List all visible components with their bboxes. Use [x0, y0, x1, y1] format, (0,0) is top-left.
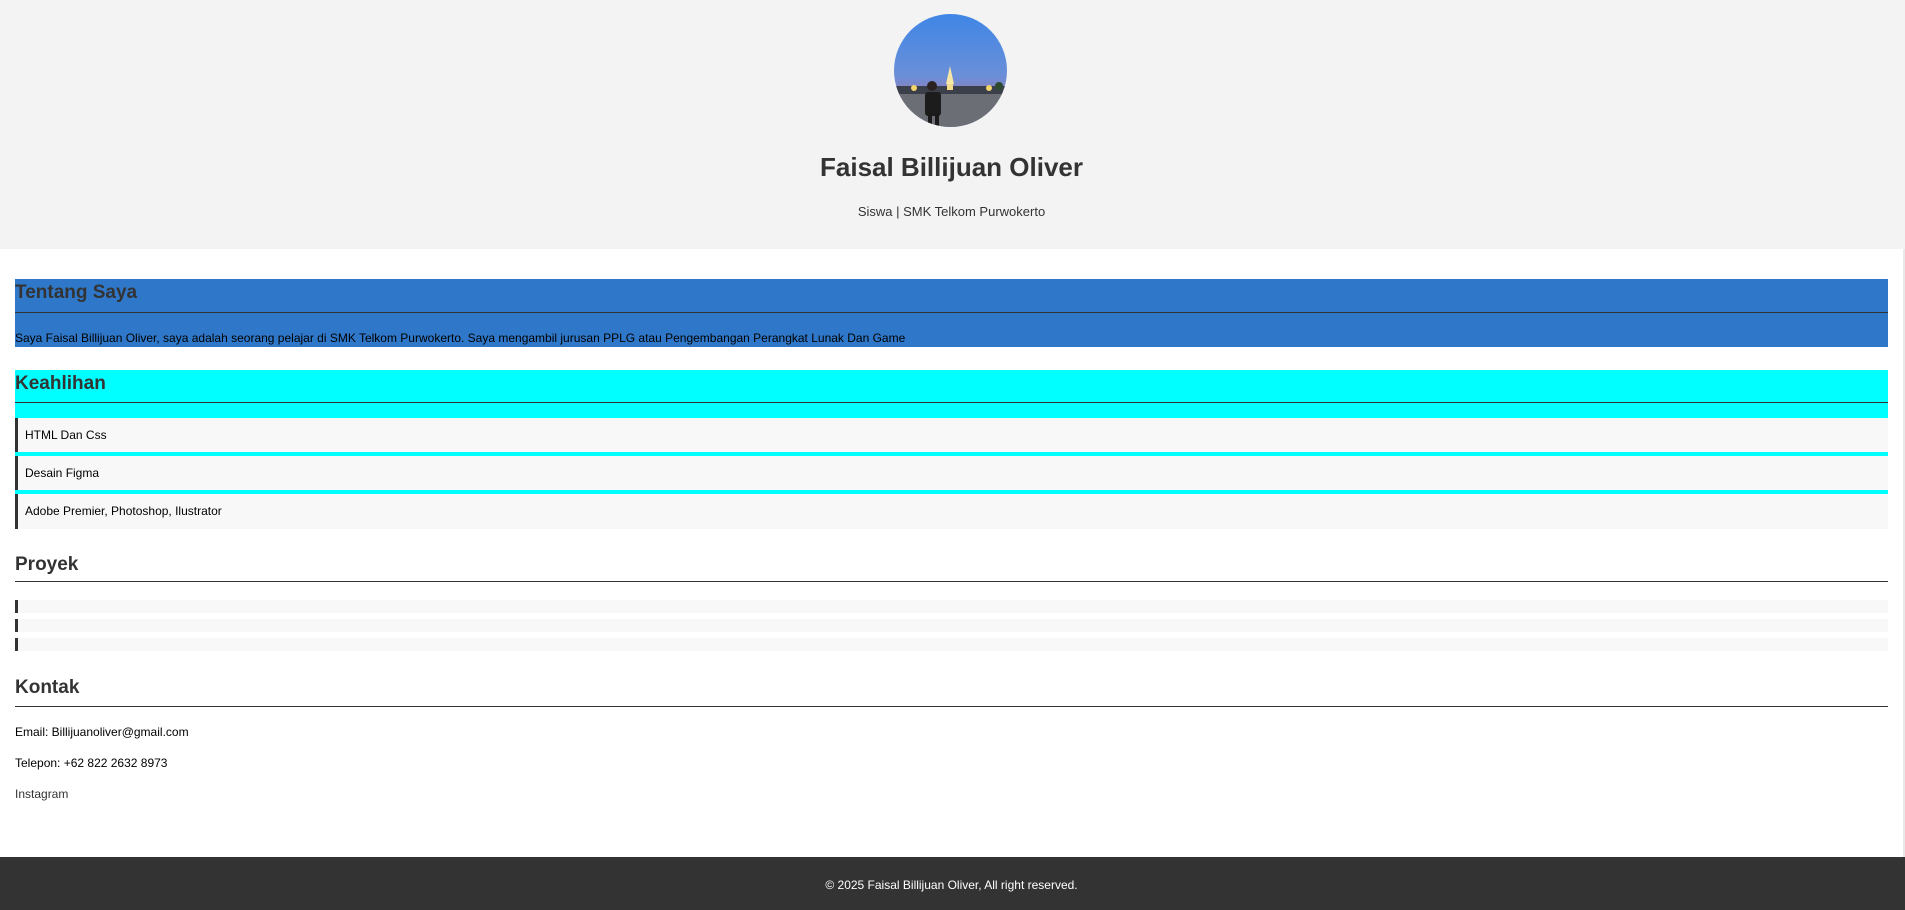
- about-section: Tentang Saya Saya Faisal Billijuan Olive…: [15, 279, 1888, 347]
- about-text: Saya Faisal Billijuan Oliver, saya adala…: [15, 331, 906, 345]
- list-item: [15, 619, 1888, 632]
- contact-section: Kontak: [15, 676, 1888, 707]
- profile-photo-icon: [894, 14, 1007, 127]
- contact-heading: Kontak: [15, 676, 1888, 707]
- skills-section: Keahlihan: [15, 370, 1888, 418]
- list-item: [15, 638, 1888, 651]
- instagram-link[interactable]: Instagram: [15, 787, 68, 801]
- footer-copyright: © 2025 Faisal Billijuan Oliver, All righ…: [825, 878, 1078, 892]
- skill-label: Desain Figma: [25, 466, 100, 480]
- portfolio-page: Faisal Billijuan Oliver Siswa | SMK Telk…: [0, 0, 1905, 910]
- site-header: Faisal Billijuan Oliver Siswa | SMK Telk…: [0, 0, 1905, 249]
- skills-heading: Keahlihan: [15, 370, 1888, 403]
- projects-heading: Proyek: [15, 553, 1888, 582]
- projects-section: Proyek: [15, 553, 1888, 583]
- page-subtitle: Siswa | SMK Telkom Purwokerto: [857, 204, 1046, 219]
- skill-label: Adobe Premier, Photoshop, Ilustrator: [25, 504, 222, 518]
- page-title: Faisal Billijuan Oliver: [820, 152, 1083, 182]
- contact-email: Email: Billijuanoliver@gmail.com: [15, 725, 189, 739]
- list-item: [15, 600, 1888, 613]
- site-footer: © 2025 Faisal Billijuan Oliver, All righ…: [0, 857, 1905, 910]
- about-heading: Tentang Saya: [15, 279, 1888, 313]
- list-item: Desain Figma: [15, 456, 1888, 491]
- list-item: Adobe Premier, Photoshop, Ilustrator: [15, 494, 1888, 529]
- list-item: HTML Dan Css: [15, 418, 1888, 453]
- avatar: [894, 14, 1007, 127]
- skill-label: HTML Dan Css: [25, 428, 107, 442]
- contact-phone: Telepon: +62 822 2632 8973: [15, 756, 168, 770]
